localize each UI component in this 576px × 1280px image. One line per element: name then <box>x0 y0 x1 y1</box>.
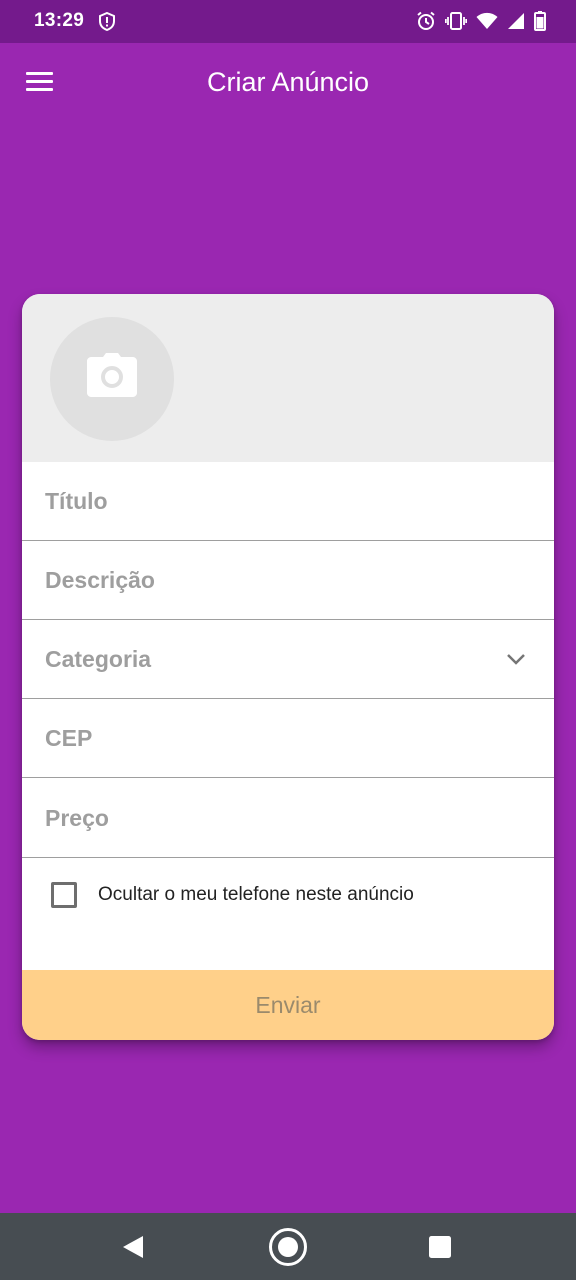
title-field[interactable]: Título <box>22 462 554 541</box>
ad-form-card: Título Descrição Categoria CEP Preço Ocu… <box>22 294 554 1040</box>
category-field-label: Categoria <box>45 646 152 672</box>
vibrate-icon <box>445 12 467 30</box>
photo-area <box>22 294 554 462</box>
cep-field-label: CEP <box>45 725 93 751</box>
cep-field[interactable]: CEP <box>22 699 554 778</box>
hide-phone-label[interactable]: Ocultar o meu telefone neste anúncio <box>98 884 414 906</box>
wifi-icon <box>476 12 498 30</box>
recents-icon[interactable] <box>429 1236 451 1258</box>
description-field-label: Descrição <box>45 567 155 593</box>
signal-icon <box>507 12 525 30</box>
price-field-label: Preço <box>45 805 109 831</box>
hide-phone-checkbox[interactable] <box>51 882 77 908</box>
add-photo-button[interactable] <box>50 317 174 441</box>
status-icons <box>416 10 546 32</box>
category-dropdown[interactable]: Categoria <box>22 620 554 699</box>
app-bar: Criar Anúncio <box>0 43 576 123</box>
price-field[interactable]: Preço <box>22 779 554 858</box>
battery-icon <box>534 11 546 31</box>
page-title: Criar Anúncio <box>206 67 370 97</box>
status-bar: 13:29 <box>0 0 576 43</box>
submit-button[interactable]: Enviar <box>22 970 554 1040</box>
status-time: 13:29 <box>34 10 85 31</box>
shield-icon <box>98 11 116 32</box>
chevron-down-icon <box>507 654 525 665</box>
alarm-icon <box>416 11 436 31</box>
description-field[interactable]: Descrição <box>22 541 554 620</box>
back-icon[interactable] <box>122 1235 144 1259</box>
home-icon[interactable] <box>268 1227 308 1267</box>
camera-icon <box>87 353 137 397</box>
hide-phone-row: Ocultar o meu telefone neste anúncio <box>22 858 554 944</box>
title-field-label: Título <box>45 488 108 514</box>
navigation-bar <box>0 1213 576 1280</box>
